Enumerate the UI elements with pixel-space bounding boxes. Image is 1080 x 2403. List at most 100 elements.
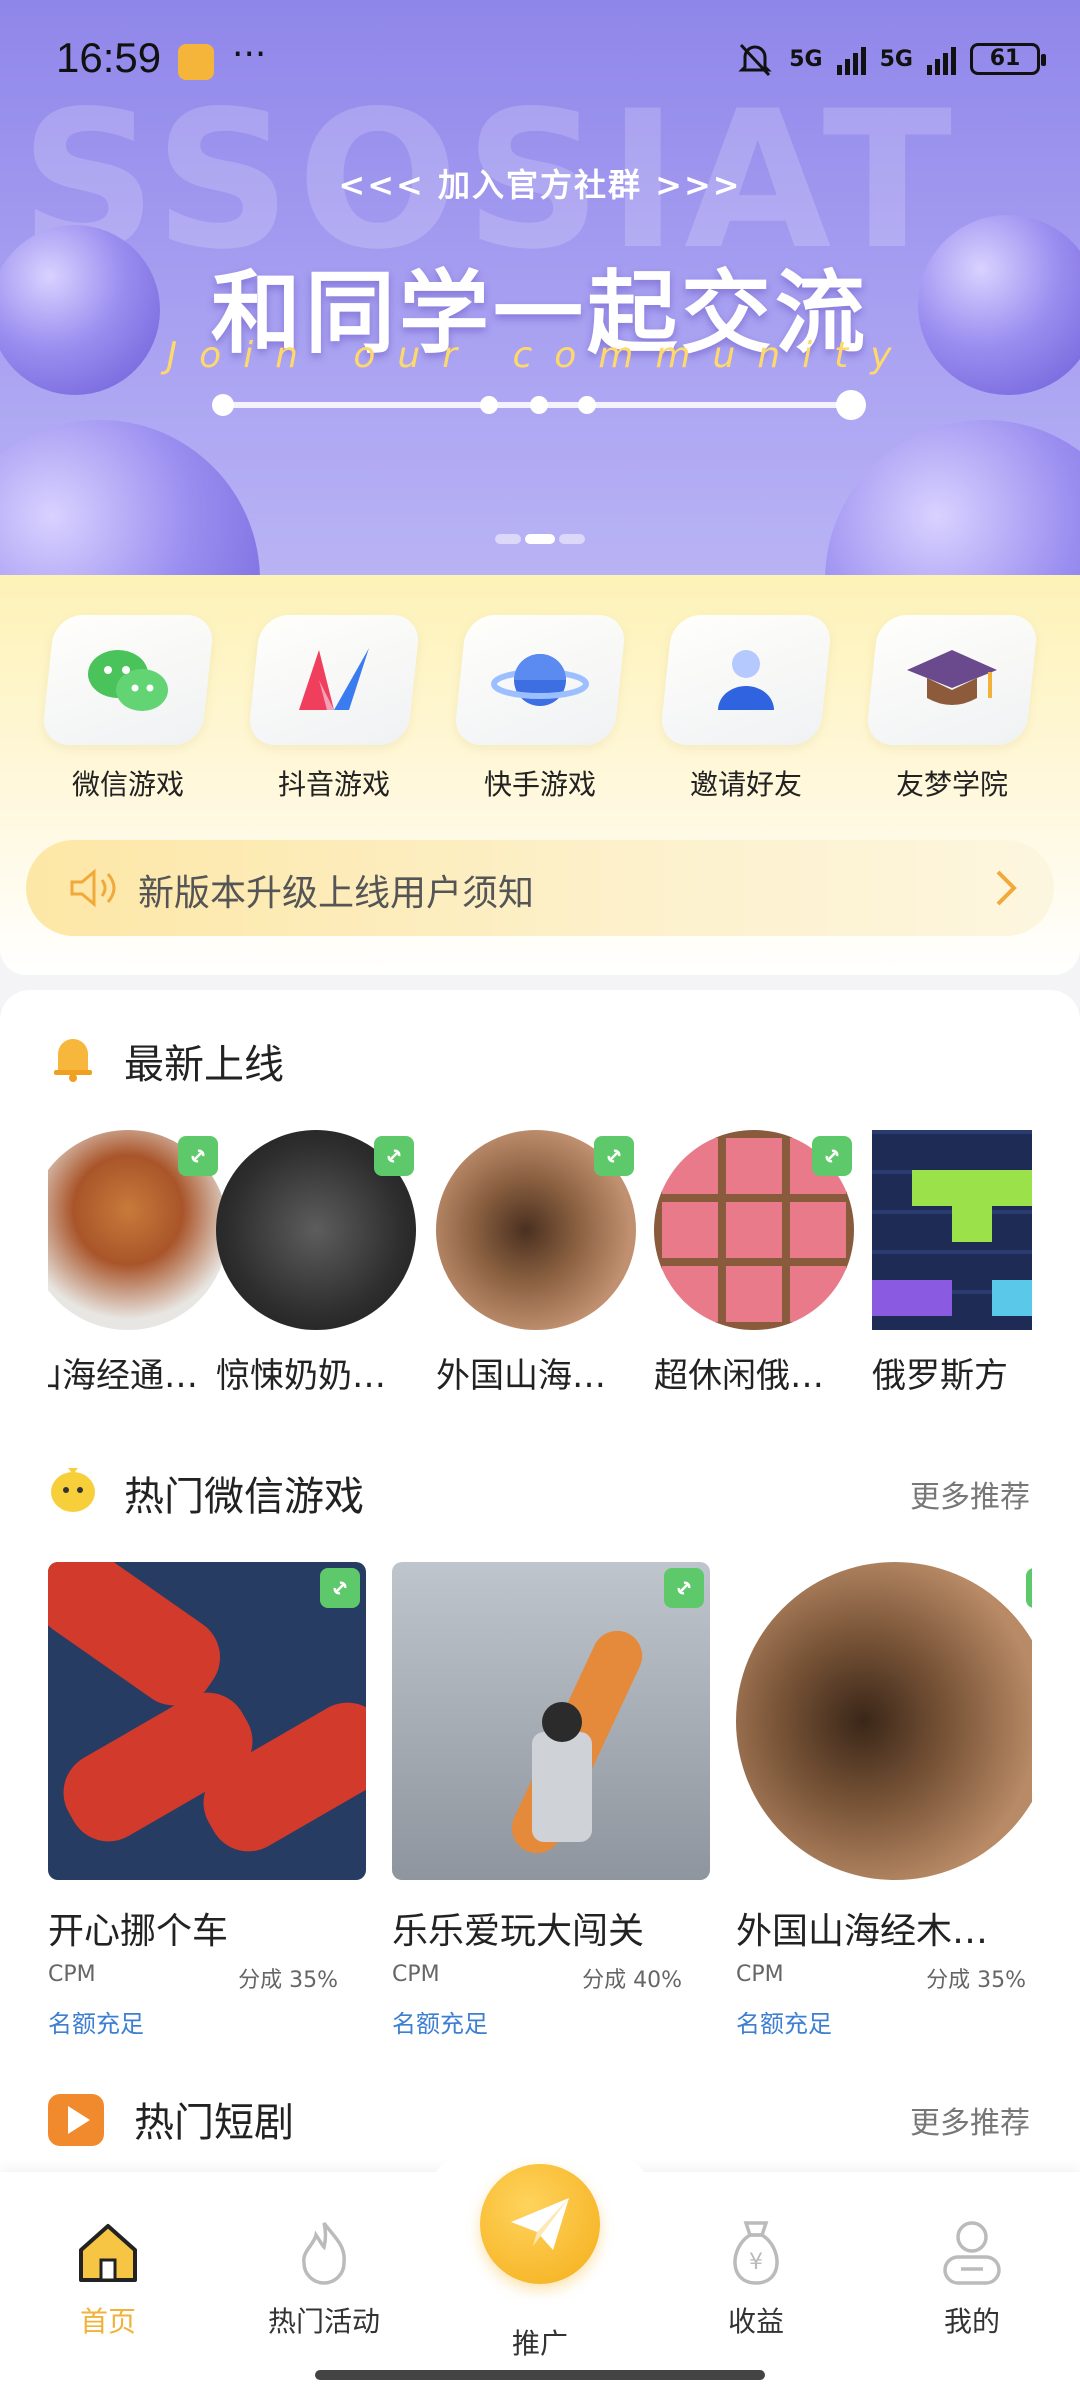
game-card[interactable]: 山海经通… [48,1130,228,1397]
link-icon [594,1136,634,1176]
game-card[interactable]: 超休闲俄… [654,1130,854,1397]
quick-menu-section: 微信游戏 抖音游戏 快手游戏 邀请好友 友梦学院 新版本升级上线用户须知 [0,575,1080,975]
main-content: 最新上线 山海经通… 惊悚奶奶… 外国山海… 超休闲俄… [0,990,1080,2190]
nav-earnings[interactable]: ¥ 收益 [676,2212,836,2340]
game-card[interactable]: 乐乐爱玩大闯关 CPM 分成 40% 名额充足 [392,1562,710,2039]
graduation-cap-icon [865,615,1039,745]
section-title-new: 最新上线 [124,1042,284,1088]
game-card[interactable]: 外国山海… [436,1130,636,1397]
share-rate: 分成 40% [582,1968,682,1993]
quota-status: 名额充足 [736,2010,832,2038]
link-icon [320,1568,360,1608]
money-bag-icon: ¥ [733,2221,779,2285]
notes-app-icon [178,44,214,80]
share-rate: 分成 35% [238,1968,338,1993]
track-dot [578,396,596,414]
notice-text: 新版本升级上线用户须知 [138,873,535,914]
svg-text:¥: ¥ [749,2250,763,2275]
quick-item-youmeng-academy[interactable]: 友梦学院 [862,615,1042,803]
quick-item-label: 邀请好友 [689,768,802,801]
game-name: 山海经通… [48,1356,198,1396]
profile-icon [943,2221,1001,2285]
nav-home[interactable]: 首页 [28,2212,188,2340]
promote-button[interactable] [480,2164,600,2284]
signal-label: 5G [789,46,823,72]
nav-label: 收益 [727,2305,784,2338]
home-indicator[interactable] [315,2370,765,2380]
game-name: 外国山海经木… [736,1911,989,1952]
flame-icon [302,2221,346,2285]
link-icon [374,1136,414,1176]
game-thumbnail [872,1130,1032,1330]
nav-hot-activities[interactable]: 热门活动 [244,2212,404,2340]
game-thumbnail [392,1562,710,1880]
signal-icon [927,43,956,75]
share-rate: 分成 35% [926,1968,1026,1993]
speaker-icon [70,868,116,908]
track-dot [480,396,498,414]
planet-icon [453,615,627,745]
signal-icon [836,43,866,75]
quick-item-wechat-games[interactable]: 微信游戏 [38,615,218,803]
quick-item-label: 微信游戏 [71,768,184,801]
bell-muted-icon [738,43,772,77]
nav-label: 首页 [79,2305,136,2338]
banner-pager [495,534,585,544]
link-icon [178,1136,218,1176]
sphere-decoration [0,420,260,575]
status-bar: 16:59 ··· 5G 5G 61 [0,0,1080,120]
nav-promote[interactable]: 推广 [460,2322,620,2362]
quick-item-label: 快手游戏 [483,768,596,801]
cpm-label: CPM [48,1962,96,1987]
section-title-hot-drama: 热门短剧 [134,2100,294,2146]
cpm-label: CPM [736,1962,784,1987]
status-time: 16:59 [56,34,162,81]
game-thumbnail [736,1562,1032,1880]
game-name: 超休闲俄… [654,1356,824,1396]
douyin-icon [247,615,421,745]
banner-subtitle: <<< 加入官方社群 >>> [338,166,742,204]
sphere-decoration [825,420,1080,575]
home-icon [79,2224,137,2282]
paper-plane-icon [511,2198,569,2250]
quick-item-douyin-games[interactable]: 抖音游戏 [244,615,424,803]
chevron-right-icon [996,870,1017,906]
quick-item-invite-friends[interactable]: 邀请好友 [656,615,836,803]
track-dot [212,394,234,416]
game-card[interactable]: 俄罗斯方 [872,1130,1032,1397]
more-notifications-icon: ··· [232,34,267,75]
banner-english: Join our community [166,335,914,376]
bell-icon [54,1039,92,1082]
quick-item-label: 友梦学院 [895,768,1008,801]
nav-label: 推广 [511,2327,568,2360]
hot-wechat-row: 开心挪个车 CPM 分成 35% 名额充足 乐乐爱玩大闯关 CPM 分成 40% 名… [48,1562,1032,2042]
chick-icon [51,1468,95,1512]
game-thumbnail [48,1562,366,1880]
link-icon [812,1136,852,1176]
notice-bar[interactable]: 新版本升级上线用户须知 [26,840,1054,936]
bottom-nav: 首页 热门活动 推广 ¥ 收益 我的 [0,2132,1080,2403]
game-card[interactable]: 开心挪个车 CPM 分成 35% 名额充足 [48,1562,366,2039]
quick-item-label: 抖音游戏 [277,768,390,801]
signal-label: 5G [879,46,913,72]
game-card[interactable]: 惊悚奶奶… [216,1130,416,1397]
nav-label: 热门活动 [267,2305,380,2338]
game-name: 惊悚奶奶… [216,1356,386,1396]
more-recommend-link[interactable]: 更多推荐 [910,2098,1030,2142]
more-recommend-link[interactable]: 更多推荐 [910,1472,1030,1516]
game-card[interactable]: 外国山海经木… CPM 分成 35% 名额充足 [736,1562,1032,2039]
quick-item-kuaishou-games[interactable]: 快手游戏 [450,615,630,803]
quota-status: 名额充足 [392,2010,488,2038]
user-icon [659,615,833,745]
battery-icon: 61 [970,43,1046,75]
nav-label: 我的 [943,2305,1000,2338]
new-online-row: 山海经通… 惊悚奶奶… 外国山海… 超休闲俄… 俄罗斯方 [48,1130,1032,1410]
game-name: 俄罗斯方 [872,1356,1008,1396]
play-icon [48,2094,104,2146]
game-name: 外国山海… [436,1356,606,1396]
link-icon [664,1568,704,1608]
link-icon [1026,1568,1032,1608]
quota-status: 名额充足 [48,2010,144,2038]
nav-profile[interactable]: 我的 [892,2212,1052,2340]
section-title-hot-wechat: 热门微信游戏 [124,1474,364,1520]
